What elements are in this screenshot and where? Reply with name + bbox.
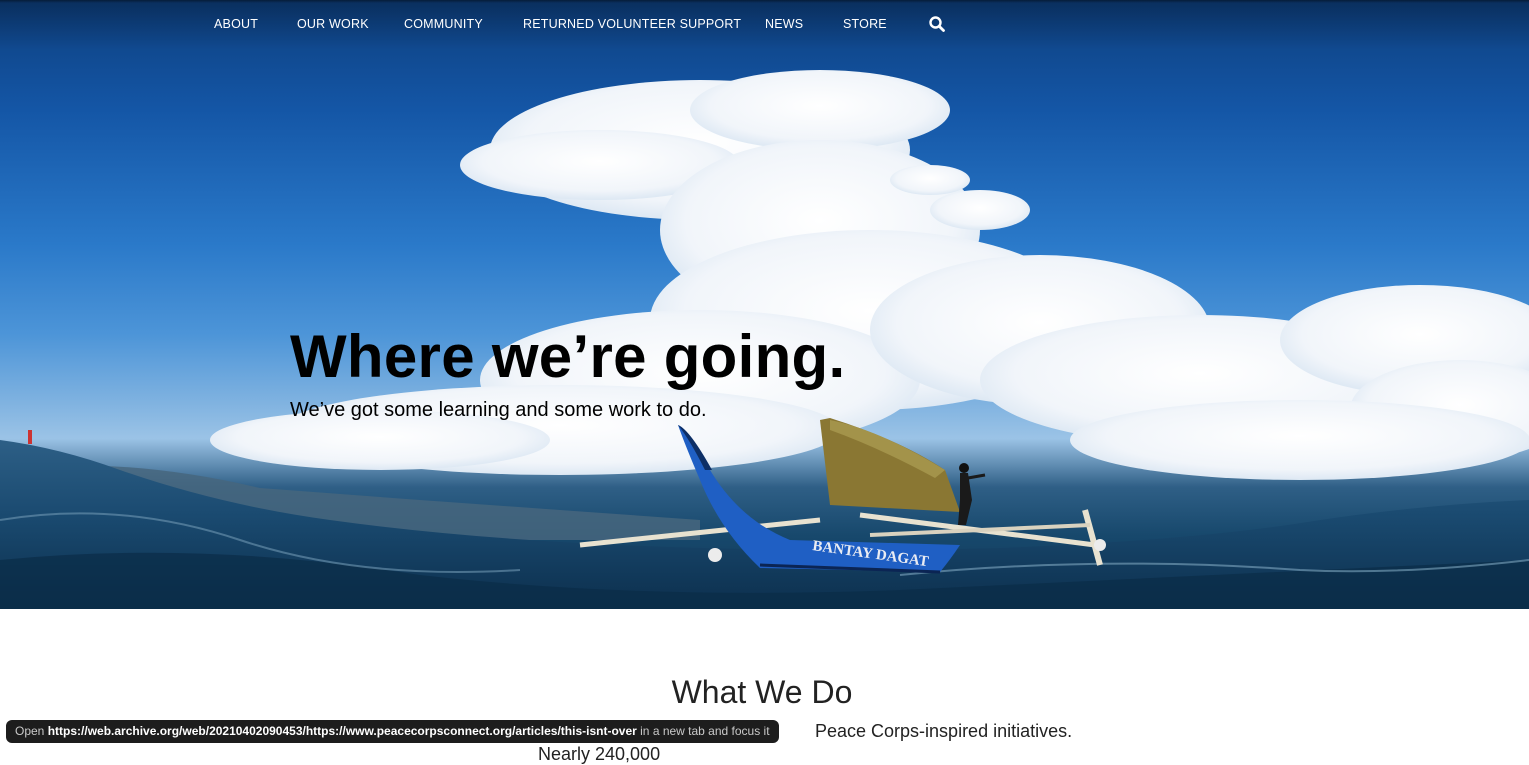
tooltip-suffix: in a new tab and focus it (640, 724, 770, 738)
hero-banner: BANTAY DAGAT (0, 0, 1529, 609)
nav-item-our-work[interactable]: OUR WORK (297, 17, 369, 31)
nav-item-about[interactable]: ABOUT (214, 17, 258, 31)
search-icon[interactable] (928, 15, 946, 33)
hero-photo: BANTAY DAGAT (0, 70, 1529, 609)
nav-item-community[interactable]: COMMUNITY (404, 17, 483, 31)
nav-item-store[interactable]: STORE (843, 17, 887, 31)
nav-item-returned-volunteer-support[interactable]: RETURNED VOLUNTEER SUPPORT (523, 17, 741, 31)
tooltip-prefix: Open (15, 724, 45, 738)
link-status-tooltip: Open https://web.archive.org/web/2021040… (6, 720, 779, 743)
hero-subtitle: We’ve got some learning and some work to… (290, 399, 707, 421)
section-text-line: Nearly 240,000 (538, 744, 661, 764)
tooltip-url: https://web.archive.org/web/202104020904… (47, 724, 637, 738)
section-text-line: Peace Corps-inspired initiatives. (815, 721, 1073, 741)
hero-title: Where we’re going. (290, 323, 846, 390)
top-navigation: ABOUT OUR WORK COMMUNITY RETURNED VOLUNT… (0, 0, 1529, 50)
nav-item-news[interactable]: NEWS (765, 17, 803, 31)
section-title-what-we-do: What We Do (671, 674, 853, 710)
